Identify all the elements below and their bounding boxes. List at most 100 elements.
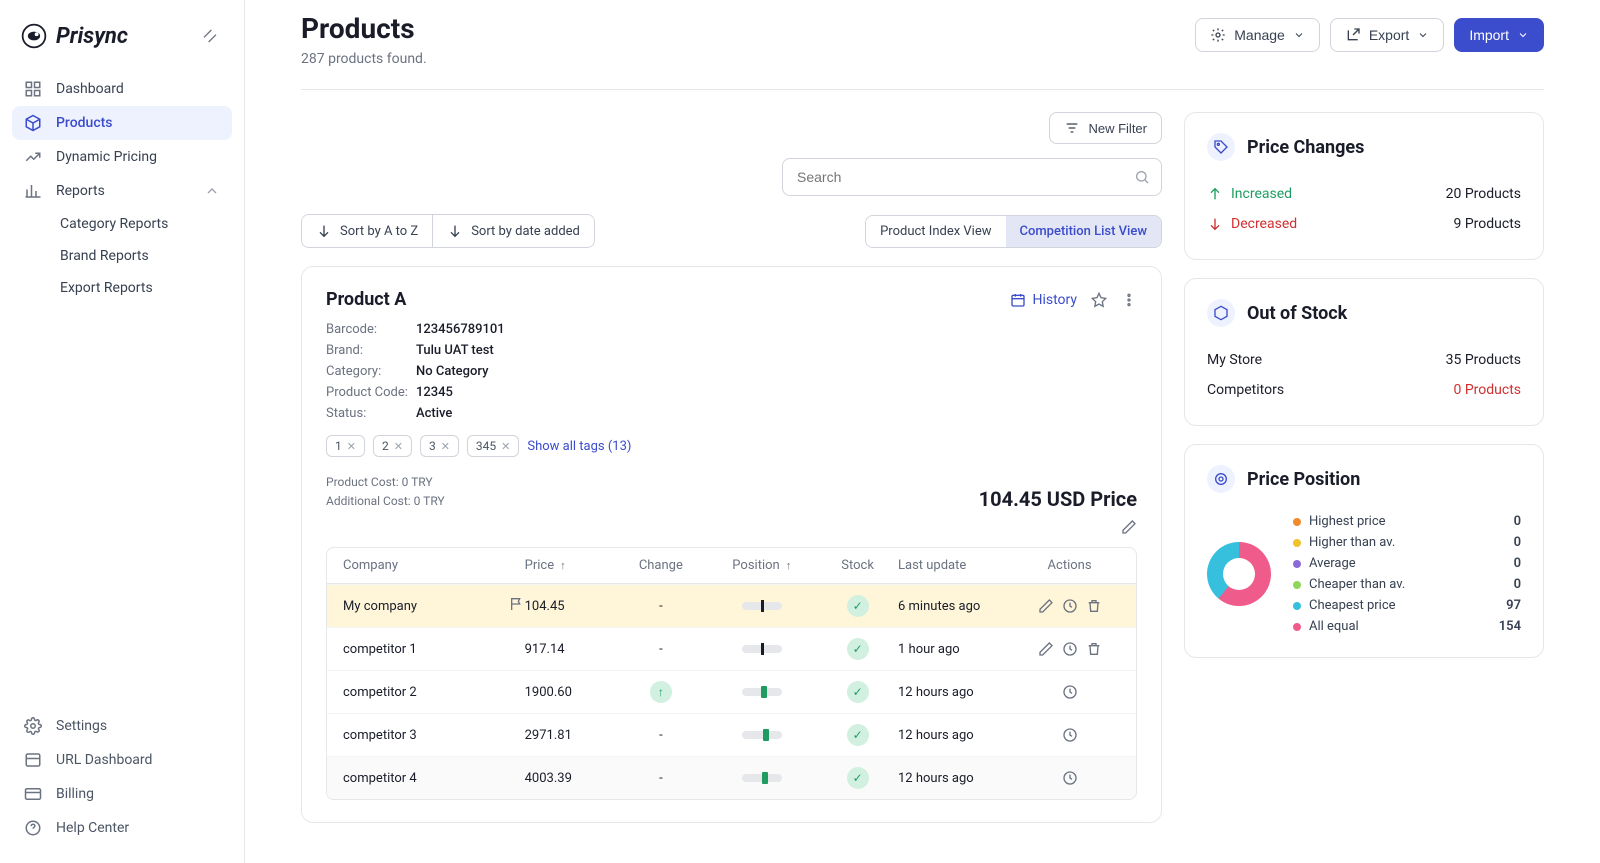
decreased-row: Decreased <box>1207 216 1297 232</box>
tag-remove-icon[interactable]: ✕ <box>394 440 403 453</box>
cell-change: - <box>615 642 706 657</box>
logo-icon <box>20 22 48 50</box>
stock-ok-icon: ✓ <box>847 595 869 617</box>
gear-icon <box>1210 27 1226 43</box>
nav-products[interactable]: Products <box>12 106 232 140</box>
product-price: 104.45 USD Price <box>979 487 1137 511</box>
nav-url-dashboard[interactable]: URL Dashboard <box>12 743 232 777</box>
tag-icon <box>1207 133 1235 161</box>
product-meta: Barcode:123456789101 Brand:Tulu UAT test… <box>326 322 1137 421</box>
nav-products-label: Products <box>56 115 113 131</box>
tag[interactable]: 2✕ <box>373 435 412 457</box>
more-icon[interactable] <box>1121 292 1137 308</box>
box-icon <box>24 114 42 132</box>
sort-az-button[interactable]: Sort by A to Z <box>302 215 432 247</box>
main-content: Products 287 products found. Manage Expo… <box>245 0 1600 863</box>
nav-brand-reports[interactable]: Brand Reports <box>56 240 232 272</box>
target-icon <box>1207 465 1235 493</box>
cell-lastupdate: 12 hours ago <box>898 771 1019 786</box>
nav-dynamic-pricing[interactable]: Dynamic Pricing <box>12 140 232 174</box>
change-up-icon: ↑ <box>650 681 672 703</box>
competitor-table: Company Price↑ Change Position↑ Stock La… <box>326 547 1137 800</box>
chevron-down-icon <box>1417 29 1429 41</box>
nav-settings-label: Settings <box>56 718 107 734</box>
collapse-sidebar-button[interactable] <box>196 22 224 50</box>
pencil-icon[interactable] <box>1038 598 1054 614</box>
star-icon[interactable] <box>1091 292 1107 308</box>
out-of-stock-panel: Out of Stock My Store 35 Products Compet… <box>1184 278 1544 426</box>
clock-icon[interactable] <box>1062 641 1078 657</box>
clock-icon[interactable] <box>1062 598 1078 614</box>
search-input[interactable] <box>782 158 1162 196</box>
tag-remove-icon[interactable]: ✕ <box>501 440 510 453</box>
nav-url-dashboard-label: URL Dashboard <box>56 752 152 768</box>
pencil-icon[interactable] <box>1121 519 1137 535</box>
import-button[interactable]: Import <box>1454 18 1544 52</box>
cell-actions <box>1019 641 1120 657</box>
view-index-tab[interactable]: Product Index View <box>866 216 1005 247</box>
export-icon <box>1345 27 1361 43</box>
nav-dashboard[interactable]: Dashboard <box>12 72 232 106</box>
col-stock: Stock <box>817 558 898 573</box>
table-header: Company Price↑ Change Position↑ Stock La… <box>327 548 1136 584</box>
product-name: Product A <box>326 289 406 310</box>
table-row: competitor 1917.14-✓1 hour ago <box>327 627 1136 670</box>
clock-icon[interactable] <box>1062 684 1078 700</box>
nav-help[interactable]: Help Center <box>12 811 232 845</box>
nav-category-reports[interactable]: Category Reports <box>56 208 232 240</box>
logo: Prisync <box>20 22 128 50</box>
pencil-icon[interactable] <box>1038 641 1054 657</box>
tag-remove-icon[interactable]: ✕ <box>347 440 356 453</box>
product-cost: Product Cost: 0 TRY <box>326 473 445 492</box>
col-position[interactable]: Position↑ <box>706 558 817 573</box>
sort-arrow-icon: ↑ <box>786 559 792 572</box>
col-lastupdate: Last update <box>898 558 1019 573</box>
trash-icon[interactable] <box>1086 598 1102 614</box>
show-all-tags-link[interactable]: Show all tags (13) <box>527 439 631 454</box>
cell-price: 917.14 <box>525 642 616 657</box>
cell-position <box>706 688 817 696</box>
additional-cost: Additional Cost: 0 TRY <box>326 492 445 511</box>
cell-price: 2971.81 <box>525 728 616 743</box>
cell-stock: ✓ <box>817 767 898 789</box>
chevron-up-icon <box>204 183 220 199</box>
gear-icon <box>24 717 42 735</box>
arrow-up-icon <box>1207 186 1223 202</box>
tag[interactable]: 1✕ <box>326 435 365 457</box>
cell-company: My company <box>343 596 525 616</box>
nav-settings[interactable]: Settings <box>12 709 232 743</box>
view-competition-tab[interactable]: Competition List View <box>1006 216 1162 247</box>
window-icon <box>24 751 42 769</box>
sort-date-button[interactable]: Sort by date added <box>432 215 594 247</box>
tag[interactable]: 345✕ <box>467 435 519 457</box>
brand-name: Prisync <box>56 24 128 49</box>
col-price[interactable]: Price↑ <box>525 558 616 573</box>
new-filter-button[interactable]: New Filter <box>1049 112 1162 144</box>
trash-icon[interactable] <box>1086 641 1102 657</box>
nav-reports[interactable]: Reports <box>12 174 232 208</box>
nav-export-reports[interactable]: Export Reports <box>56 272 232 304</box>
table-row: competitor 21900.60↑✓12 hours ago <box>327 670 1136 713</box>
stock-ok-icon: ✓ <box>847 724 869 746</box>
col-company: Company <box>343 558 525 573</box>
export-button[interactable]: Export <box>1330 18 1444 52</box>
tag-remove-icon[interactable]: ✕ <box>441 440 450 453</box>
cell-change: - <box>615 728 706 743</box>
cell-company: competitor 4 <box>343 771 525 786</box>
cell-actions <box>1019 770 1120 786</box>
cell-position <box>706 645 817 653</box>
clock-icon[interactable] <box>1062 727 1078 743</box>
nav-dynamic-pricing-label: Dynamic Pricing <box>56 149 157 165</box>
cell-lastupdate: 6 minutes ago <box>898 599 1019 614</box>
cell-actions <box>1019 727 1120 743</box>
flag-icon <box>509 596 525 616</box>
tag[interactable]: 3✕ <box>420 435 459 457</box>
legend-dot <box>1293 518 1301 526</box>
clock-icon[interactable] <box>1062 770 1078 786</box>
product-tags: 1✕ 2✕ 3✕ 345✕ Show all tags (13) <box>326 435 1137 457</box>
nav-billing[interactable]: Billing <box>12 777 232 811</box>
history-link[interactable]: History <box>1010 292 1077 308</box>
trend-icon <box>24 148 42 166</box>
price-position-panel: Price Position Highest price0Higher than… <box>1184 444 1544 658</box>
manage-button[interactable]: Manage <box>1195 18 1320 52</box>
